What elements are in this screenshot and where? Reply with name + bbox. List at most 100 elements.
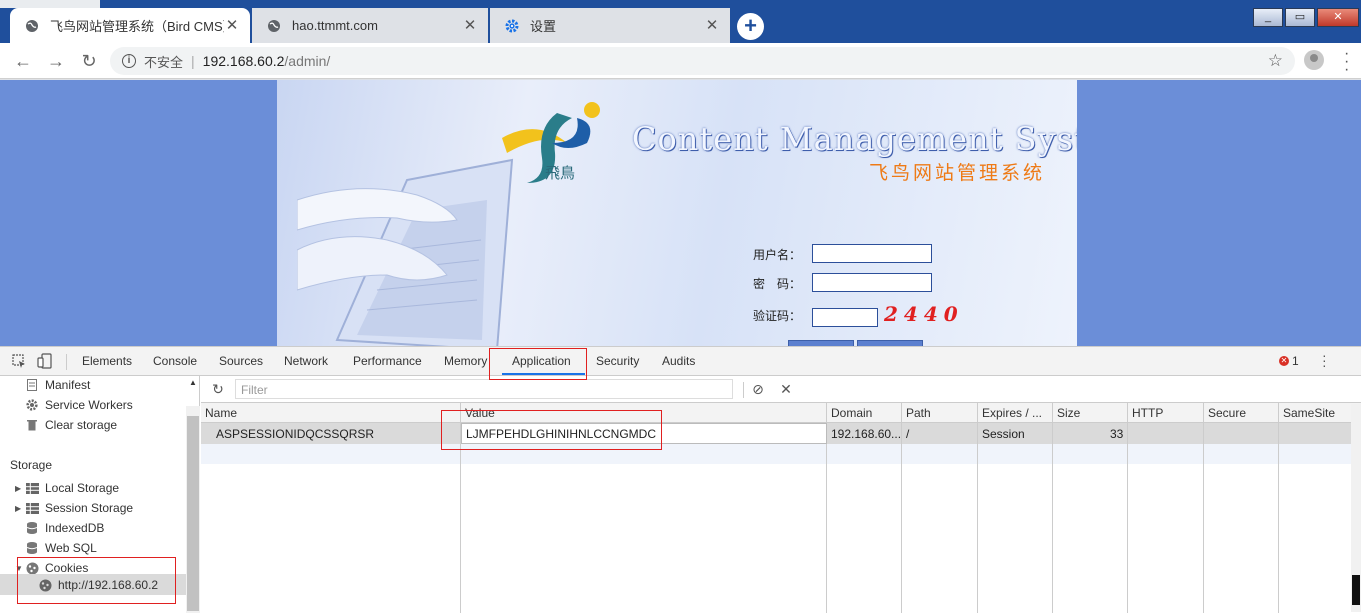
restore-button[interactable]: ▭ [1285,8,1315,27]
sidebar-item-label: IndexedDB [45,521,105,535]
browser-tab-strip: 飞鸟网站管理系统（Bird CMS） ✕ hao.ttmmt.com ✕ 设置 … [0,0,1361,43]
devtools-menu-icon[interactable]: · · · [1322,348,1328,372]
minimize-button[interactable]: _ [1253,8,1283,27]
bookmark-star-icon[interactable]: ☆ [1268,51,1283,71]
tab-audits[interactable]: Audits [662,354,695,368]
column-header-domain[interactable]: Domain [831,406,872,420]
password-input[interactable] [812,273,932,292]
tab-settings[interactable]: 设置 ✕ [490,8,730,43]
highlight-box-cookies-origin [17,557,176,604]
username-input[interactable] [812,244,932,263]
window-controls: _ ▭ ✕ [1251,8,1359,27]
column-header-expires[interactable]: Expires / ... [982,406,1042,420]
sidebar-item-label: Local Storage [45,481,120,495]
close-icon[interactable]: ✕ [224,17,240,34]
close-icon[interactable]: ✕ [704,17,720,34]
tab-memory[interactable]: Memory [444,354,487,368]
tab-elements[interactable]: Elements [82,354,132,368]
forward-arrow-icon[interactable]: → [45,50,67,72]
close-icon[interactable]: ✕ [462,17,478,34]
error-count-badge[interactable]: ✕ 1 [1279,354,1299,368]
column-divider [1203,403,1204,613]
globe-icon [266,18,282,34]
sidebar-item-session-storage[interactable]: Session Storage [25,501,133,515]
highlight-box-cookie-value [441,410,662,450]
tab-bird-cms[interactable]: 飞鸟网站管理系统（Bird CMS） ✕ [10,8,250,43]
column-divider [1052,403,1053,613]
divider [743,382,744,398]
gear-icon [25,399,39,411]
clear-all-icon[interactable]: ⊘ [749,380,767,398]
logo-text: 飛鳥 [545,164,576,182]
sidebar-item-local-storage[interactable]: Local Storage [25,481,119,495]
reload-icon[interactable]: ↻ [78,50,100,72]
tab-sources[interactable]: Sources [219,354,263,368]
expand-arrow-icon[interactable]: ▶ [15,484,21,493]
inspect-element-icon[interactable] [11,353,27,369]
back-arrow-icon[interactable]: ← [12,50,34,72]
trash-icon [25,419,39,431]
tab-network[interactable]: Network [284,354,328,368]
database-icon [25,542,39,554]
cookie-expires-cell[interactable]: Session [982,427,1025,441]
login-panel: 飛鳥 Content Management System 飞鸟网站管理系统 用户… [277,80,1077,346]
sidebar-scrollbar-thumb[interactable] [187,416,199,611]
error-icon: ✕ [1279,356,1289,366]
username-label: 用户名： [753,248,802,262]
cookie-domain-cell[interactable]: 192.168.60... [831,427,901,441]
cookie-size-cell[interactable]: 33 [1110,427,1123,441]
address-bar[interactable]: i 不安全 | 192.168.60.2/admin/ ☆ [110,47,1295,75]
column-divider [1278,403,1279,613]
column-header-name[interactable]: Name [205,406,237,420]
storage-heading: Storage [10,458,53,472]
browser-toolbar: ← → ↻ i 不安全 | 192.168.60.2/admin/ ☆ [0,43,1361,79]
column-header-secure[interactable]: Secure [1208,406,1246,420]
tab-title: 飞鸟网站管理系统（Bird CMS） [50,19,224,34]
tab-performance[interactable]: Performance [353,354,422,368]
cookie-filter-bar: ↻ Filter ⊘ ✕ [201,376,1361,403]
column-header-path[interactable]: Path [906,406,931,420]
expand-arrow-icon[interactable]: ▶ [15,504,21,513]
sidebar-item-label: Web SQL [45,541,97,555]
tab-security[interactable]: Security [596,354,639,368]
grid-icon [25,482,39,494]
column-header-http[interactable]: HTTP [1132,406,1163,420]
profile-avatar[interactable] [1304,50,1324,70]
column-divider [901,403,902,613]
tab-hao-ttmmt[interactable]: hao.ttmmt.com ✕ [252,8,488,43]
device-toolbar-icon[interactable] [37,353,53,369]
devtools-tab-bar: Elements Console Sources Network Perform… [0,347,1361,376]
delete-selected-icon[interactable]: ✕ [777,380,795,398]
column-header-samesite[interactable]: SameSite [1283,406,1335,420]
password-label: 密 码： [753,277,802,291]
captcha-image: 2440 [884,302,964,326]
captcha-input[interactable] [812,308,878,327]
table-row-empty [201,444,1361,464]
window-close-button[interactable]: ✕ [1317,8,1359,27]
filter-input[interactable]: Filter [235,379,733,399]
refresh-icon[interactable]: ↻ [209,380,227,398]
cookie-table: Name Value Domain Path Expires / ... Siz… [201,403,1361,613]
new-tab-button[interactable]: + [737,13,764,40]
error-count: 1 [1292,354,1299,368]
info-icon[interactable]: i [122,54,136,68]
sidebar-item-web-sql[interactable]: Web SQL [25,541,97,555]
sidebar-item-label: Manifest [45,378,91,392]
tab-title: 设置 [530,19,557,34]
sidebar-item-label: Session Storage [45,501,134,515]
sidebar-item-manifest[interactable]: Manifest [25,378,90,392]
sidebar-item-indexeddb[interactable]: IndexedDB [25,521,104,535]
column-header-size[interactable]: Size [1057,406,1080,420]
divider [66,354,67,370]
table-scrollbar-thumb[interactable] [1352,575,1360,605]
browser-menu-icon[interactable]: · · · [1344,46,1350,78]
sidebar-item-clear-storage[interactable]: Clear storage [25,418,117,432]
devtools-panel: Elements Console Sources Network Perform… [0,346,1361,613]
url-host: 192.168.60.2 [202,53,285,69]
sidebar-item-service-workers[interactable]: Service Workers [25,398,133,412]
scroll-up-arrow-icon[interactable]: ▲ [189,378,197,387]
tab-console[interactable]: Console [153,354,197,368]
cookie-name-cell[interactable]: ASPSESSIONIDQCSSQRSR [216,427,374,441]
globe-icon [24,18,40,34]
cookie-path-cell[interactable]: / [906,427,909,441]
